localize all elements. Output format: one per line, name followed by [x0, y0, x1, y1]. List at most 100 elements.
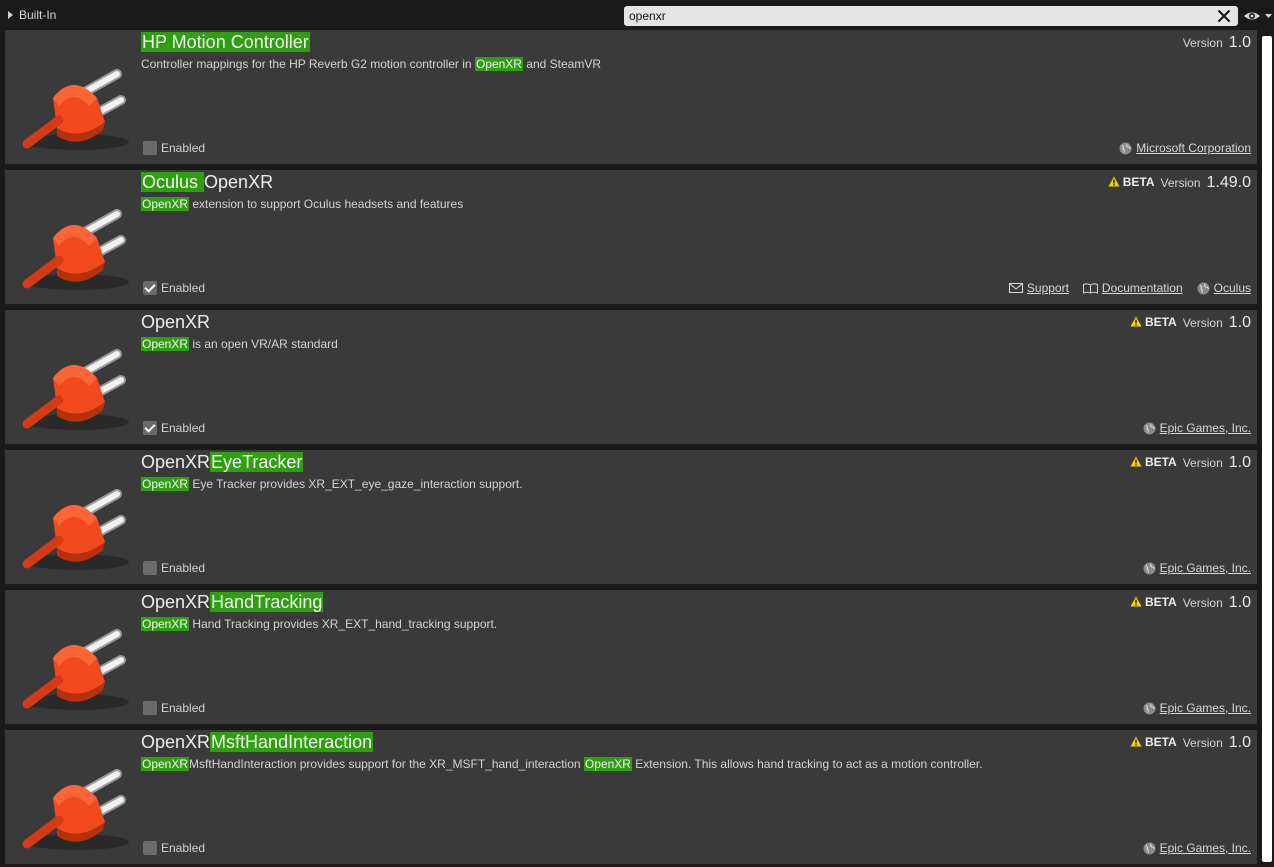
support-link[interactable]: Support — [1008, 281, 1069, 295]
plugin-links: Microsoft Corporation — [1119, 141, 1251, 155]
search-highlight: OpenXR — [141, 337, 190, 351]
plugin-card: OpenXRHandTracking OpenXR Hand Tracking … — [5, 590, 1257, 724]
enabled-checkbox[interactable]: Enabled — [143, 281, 205, 295]
version-value: 1.0 — [1228, 594, 1251, 611]
beta-label: BETA — [1144, 314, 1177, 329]
enabled-label: Enabled — [161, 421, 206, 435]
search-input[interactable] — [624, 6, 1208, 26]
plugin-description: Controller mappings for the HP Reverb G2… — [141, 57, 601, 71]
vendor-link[interactable]: Epic Games, Inc. — [1143, 561, 1251, 575]
plugin-description: OpenXR is an open VR/AR standard — [141, 337, 338, 351]
eye-icon[interactable] — [1243, 9, 1273, 23]
globe-icon — [1119, 142, 1132, 154]
plugin-card: OpenXR OpenXR is an open VR/AR standard … — [5, 310, 1257, 444]
version-info: BETA Version 1.0 — [1130, 594, 1251, 612]
description-text: Eye Tracker provides XR_EXT_eye_gaze_int… — [189, 477, 523, 491]
close-icon[interactable] — [1216, 8, 1232, 24]
enabled-checkbox[interactable]: Enabled — [143, 421, 205, 435]
enabled-label: Enabled — [161, 701, 206, 715]
vendor-link[interactable]: Epic Games, Inc. — [1143, 701, 1251, 715]
plug-icon — [22, 769, 129, 850]
search-highlight: EyeTracker — [210, 452, 304, 472]
version-info: BETA Version 1.0 — [1130, 454, 1251, 472]
checkbox-box[interactable] — [143, 421, 157, 435]
search-highlight: OpenXR — [141, 617, 190, 631]
title-text: OpenXR — [141, 452, 211, 472]
beta-badge: BETA — [1130, 455, 1177, 469]
search-box — [624, 6, 1238, 26]
category-toggle[interactable]: Built-In — [4, 5, 56, 25]
globe-icon — [1143, 842, 1156, 854]
plugin-description: OpenXR extension to support Oculus heads… — [141, 197, 463, 211]
checkbox-box[interactable] — [143, 841, 157, 855]
enabled-label: Enabled — [161, 561, 206, 575]
vendor-link[interactable]: Oculus — [1197, 281, 1251, 295]
plugin-card: OpenXRMsftHandInteraction OpenXRMsftHand… — [5, 730, 1257, 864]
plugin-title: OpenXREyeTracker — [141, 452, 304, 473]
version-value: 1.0 — [1228, 734, 1251, 751]
vendor-link[interactable]: Microsoft Corporation — [1119, 141, 1251, 155]
version-info: Version 1.0 — [1183, 34, 1251, 52]
version-value: 1.49.0 — [1206, 174, 1251, 191]
documentation-link[interactable]: Documentation — [1082, 281, 1183, 295]
plugin-title: OpenXRHandTracking — [141, 592, 324, 613]
version-label: Version — [1182, 456, 1223, 470]
checkbox-box[interactable] — [143, 561, 157, 575]
globe-icon — [1197, 282, 1210, 294]
version-info: BETA Version 1.49.0 — [1108, 174, 1251, 192]
plugin-title: OpenXRMsftHandInteraction — [141, 732, 374, 753]
enabled-label: Enabled — [161, 141, 206, 155]
checkbox-box[interactable] — [143, 281, 157, 295]
description-text: and SteamVR — [522, 57, 602, 71]
beta-badge: BETA — [1130, 735, 1177, 749]
plugin-title: Oculus OpenXR — [141, 172, 273, 193]
description-text: extension to support Oculus headsets and… — [189, 197, 464, 211]
description-text: Hand Tracking provides XR_EXT_hand_track… — [189, 617, 498, 631]
beta-badge: BETA — [1130, 595, 1177, 609]
warning-icon — [1130, 596, 1142, 607]
search-highlight: OpenXR — [583, 757, 632, 771]
top-toolbar: Built-In — [0, 0, 1274, 30]
enabled-checkbox[interactable]: Enabled — [143, 841, 205, 855]
description-text: MsftHandInteraction provides support for… — [189, 757, 584, 771]
version-info: BETA Version 1.0 — [1130, 734, 1251, 752]
plugin-title: HP Motion Controller — [141, 32, 310, 53]
plugin-card: OpenXREyeTracker OpenXR Eye Tracker prov… — [5, 450, 1257, 584]
search-highlight: OpenXR — [141, 477, 190, 491]
title-text: OpenXR — [204, 172, 274, 192]
enabled-checkbox[interactable]: Enabled — [143, 701, 205, 715]
beta-badge: BETA — [1108, 175, 1154, 189]
warning-icon — [1130, 736, 1142, 747]
version-info: BETA Version 1.0 — [1130, 314, 1251, 332]
search-highlight: Oculus — [141, 172, 205, 192]
version-value: 1.0 — [1228, 454, 1251, 471]
description-text: is an open VR/AR standard — [189, 337, 338, 351]
scrollbar[interactable] — [1262, 36, 1272, 862]
checkbox-box[interactable] — [143, 701, 157, 715]
book-icon — [1082, 282, 1098, 294]
search-highlight: OpenXR — [141, 757, 190, 771]
plugin-list: HP Motion Controller Controller mappings… — [5, 30, 1257, 867]
version-value: 1.0 — [1228, 34, 1251, 51]
vendor-link[interactable]: Epic Games, Inc. — [1143, 841, 1251, 855]
vendor-link[interactable]: Epic Games, Inc. — [1143, 421, 1251, 435]
description-text: Controller mappings for the HP Reverb G2… — [141, 57, 475, 71]
checkbox-box[interactable] — [143, 141, 157, 155]
enabled-checkbox[interactable]: Enabled — [143, 561, 205, 575]
version-label: Version — [1182, 596, 1223, 610]
plug-icon — [22, 209, 129, 290]
beta-badge: BETA — [1130, 315, 1177, 329]
plugin-links: Support Documentation Oculus — [1008, 281, 1251, 295]
enabled-label: Enabled — [161, 841, 206, 855]
plug-icon — [22, 629, 129, 710]
plug-icon — [22, 349, 129, 430]
caret-right-icon — [8, 11, 13, 19]
enabled-checkbox[interactable]: Enabled — [143, 141, 205, 155]
plugin-links: Epic Games, Inc. — [1143, 701, 1251, 715]
search-highlight: OpenXR — [474, 57, 523, 71]
version-label: Version — [1182, 36, 1223, 50]
warning-icon — [1130, 316, 1142, 327]
category-label: Built-In — [19, 8, 57, 22]
warning-icon — [1108, 176, 1120, 187]
search-highlight: HP Motion Controller — [141, 32, 310, 52]
